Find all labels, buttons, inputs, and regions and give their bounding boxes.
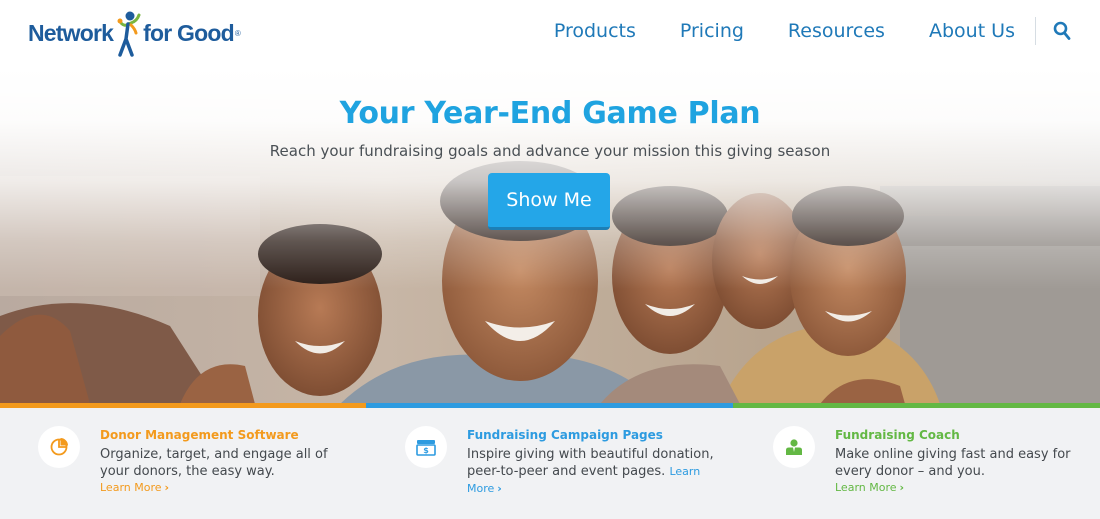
hero-title: Your Year-End Game Plan: [339, 96, 761, 131]
feature-icon-circle: [773, 426, 815, 468]
show-me-button[interactable]: Show Me: [488, 173, 610, 230]
nav-resources[interactable]: Resources: [788, 20, 885, 42]
logo-figure-icon: [117, 11, 141, 57]
feature-body: Fundraising Campaign Pages Inspire givin…: [467, 428, 717, 497]
feature-description: Make online giving fast and easy for eve…: [835, 447, 1071, 479]
logo-text-network: Network: [28, 19, 114, 46]
nav-products[interactable]: Products: [554, 20, 636, 42]
feature-body: Fundraising Coach Make online giving fas…: [835, 428, 1085, 494]
hero-subtitle: Reach your fundraising goals and advance…: [269, 142, 831, 160]
logo-registered-mark: ®: [234, 28, 241, 38]
nav-divider: [1035, 17, 1036, 45]
logo[interactable]: Network for Good ®: [28, 8, 241, 58]
feature-icon-circle: [38, 426, 80, 468]
logo-text-for-good: for Good: [143, 19, 234, 46]
site-header: Network for Good ® Products Pricing Reso…: [0, 0, 1100, 66]
feature-description: Organize, target, and engage all of your…: [100, 447, 328, 479]
nav-pricing[interactable]: Pricing: [680, 20, 744, 42]
person-icon: [786, 439, 802, 455]
learn-more-link[interactable]: Learn More ›: [100, 481, 350, 494]
feature-title: Donor Management Software: [100, 428, 299, 442]
features-strip: Donor Management Software Organize, targ…: [0, 408, 1100, 519]
svg-text:$: $: [423, 446, 429, 455]
feature-title: Fundraising Campaign Pages: [467, 428, 663, 442]
pie-chart-icon: [50, 438, 68, 456]
feature-icon-circle: $: [405, 426, 447, 468]
main-nav: Products Pricing Resources About Us: [554, 0, 1100, 62]
feature-body: Donor Management Software Organize, targ…: [100, 428, 350, 494]
nav-about-us[interactable]: About Us: [929, 20, 1015, 42]
feature-title: Fundraising Coach: [835, 428, 960, 442]
learn-more-link[interactable]: Learn More ›: [835, 481, 1085, 494]
feature-description: Inspire giving with beautiful donation, …: [467, 447, 714, 495]
search-icon[interactable]: [1052, 20, 1072, 42]
hero-section: Your Year-End Game Plan Reach your fundr…: [0, 66, 1100, 404]
money-icon: $: [416, 440, 436, 456]
